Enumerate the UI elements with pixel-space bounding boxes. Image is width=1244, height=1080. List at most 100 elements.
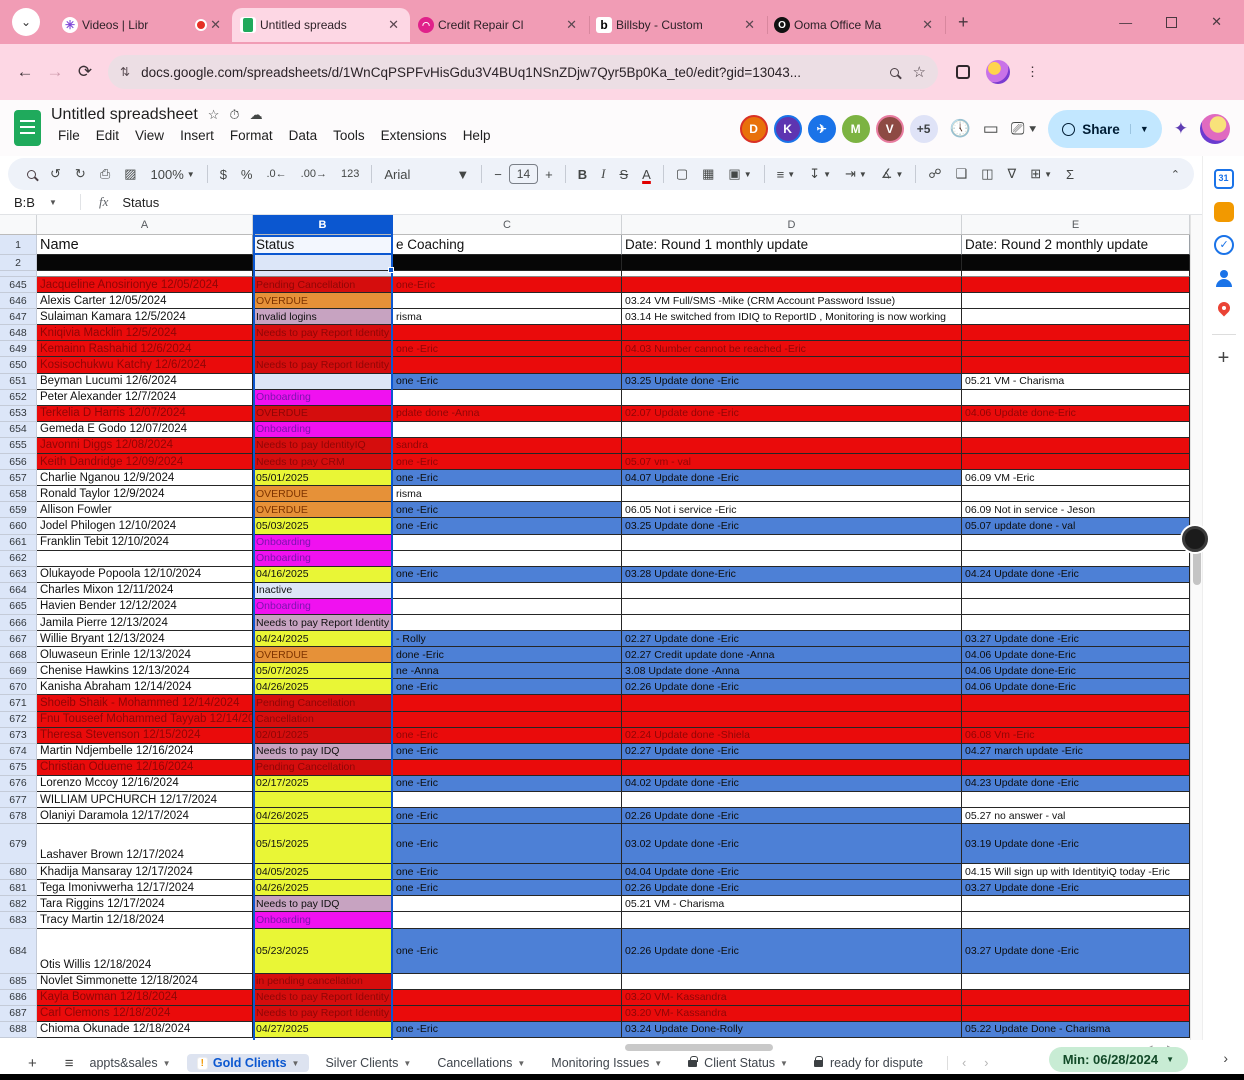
cell-e1[interactable]: Date: Round 2 monthly update	[962, 235, 1190, 255]
maps-icon[interactable]	[1214, 301, 1234, 321]
number-format-button[interactable]: 123	[334, 168, 366, 180]
row-number[interactable]: 663	[0, 566, 37, 583]
fill-color-icon[interactable]: ▢	[669, 166, 695, 182]
share-button[interactable]: Share ▼	[1048, 110, 1162, 148]
extensions-icon[interactable]	[956, 65, 970, 79]
cell-coaching-688[interactable]: one -Eric	[393, 1021, 622, 1038]
cell-round2-662[interactable]	[962, 550, 1190, 567]
row-number[interactable]: 647	[0, 309, 37, 326]
cell-round2-661[interactable]	[962, 534, 1190, 551]
share-dropdown-icon[interactable]: ▼	[1129, 124, 1158, 134]
stats-dropdown-icon[interactable]: ▼	[1166, 1055, 1174, 1064]
menu-view[interactable]: View	[128, 127, 171, 144]
cell-round1-649[interactable]: 04.03 Number cannot be reached -Eric	[622, 341, 962, 358]
sheet-tab-dropdown-icon[interactable]: ▼	[517, 1059, 525, 1068]
cell-round1-684[interactable]: 02.26 Update done -Eric	[622, 928, 962, 974]
row-number[interactable]: 681	[0, 880, 37, 897]
cell-round2-660[interactable]: 05.07 update done - val	[962, 518, 1190, 535]
insert-comment-icon[interactable]: ❑	[949, 166, 975, 182]
cell-name-677[interactable]: WILLIAM UPCHURCH 12/17/2024	[37, 792, 253, 809]
site-settings-icon[interactable]: ⇅	[120, 65, 131, 79]
print-icon[interactable]: ⎙	[93, 166, 117, 182]
row-number[interactable]: 662	[0, 550, 37, 567]
collaborator-avatar[interactable]: +5	[909, 115, 938, 143]
text-rotate-icon[interactable]: ∡ ▼	[874, 166, 911, 182]
cell-round1-652[interactable]	[622, 389, 962, 406]
cell-round2-649[interactable]	[962, 341, 1190, 358]
row-number[interactable]: 679	[0, 824, 37, 865]
cell-round1-676[interactable]: 04.02 Update done -Eric	[622, 775, 962, 792]
cell-round2-685[interactable]	[962, 973, 1190, 990]
row-number[interactable]: 685	[0, 973, 37, 990]
text-wrap-icon[interactable]: ⇥ ▼	[838, 166, 874, 182]
cell-name-660[interactable]: Jodel Philogen 12/10/2024	[37, 518, 253, 535]
menu-help[interactable]: Help	[456, 127, 498, 144]
browser-profile-avatar[interactable]	[986, 60, 1010, 84]
increase-decimals-icon[interactable]: .00→	[294, 168, 334, 180]
cell-round2-669[interactable]: 04.06 Update done-Eric	[962, 663, 1190, 680]
get-addons-icon[interactable]: +	[1214, 348, 1234, 368]
cell-round2-681[interactable]: 03.27 Update done -Eric	[962, 880, 1190, 897]
cell-name-674[interactable]: Martin Ndjembelle 12/16/2024	[37, 743, 253, 760]
cell-coaching-664[interactable]	[393, 582, 622, 599]
cell-round2-684[interactable]: 03.27 Update done -Eric	[962, 928, 1190, 974]
reload-icon[interactable]: ⟳	[70, 62, 100, 82]
cell-round2-652[interactable]	[962, 389, 1190, 406]
menu-format[interactable]: Format	[223, 127, 280, 144]
cell-round2-668[interactable]: 04.06 Update done-Eric	[962, 647, 1190, 664]
row-number[interactable]: 675	[0, 759, 37, 776]
cell-name-648[interactable]: Kniqivia Macklin 12/5/2024	[37, 325, 253, 342]
sheet-tab-appts-sales[interactable]: appts&sales ▼	[80, 1054, 181, 1072]
cell-status-651[interactable]	[253, 373, 393, 390]
cell-round2-677[interactable]	[962, 792, 1190, 809]
cell-name-666[interactable]: Jamila Pierre 12/13/2024	[37, 614, 253, 632]
row-number[interactable]: 651	[0, 373, 37, 390]
cell-round1-673[interactable]: 02.24 Update done -Shiela	[622, 727, 962, 744]
cell-coaching-660[interactable]: one -Eric	[393, 518, 622, 535]
cell-coaching-673[interactable]: one -Eric	[393, 727, 622, 744]
cell-round2-675[interactable]	[962, 759, 1190, 776]
cell-coaching-646[interactable]	[393, 293, 622, 310]
cell-name-673[interactable]: Theresa Stevenson 12/15/2024	[37, 727, 253, 744]
filter-icon[interactable]: ∇	[1001, 166, 1024, 182]
cell-status-671[interactable]: Pending Cancellation	[253, 695, 393, 712]
cell-coaching-677[interactable]	[393, 792, 622, 809]
cell-round1-647[interactable]: 03.14 He switched from IDIQ to ReportID …	[622, 309, 962, 326]
cell-status-672[interactable]: Cancellation	[253, 711, 393, 728]
cell-coaching-678[interactable]: one -Eric	[393, 808, 622, 825]
bold-icon[interactable]: B	[571, 167, 594, 182]
cell-status-665[interactable]: Onboarding	[253, 598, 393, 615]
browser-tab-3[interactable]: ◠ Credit Repair Cl ✕	[410, 8, 590, 42]
cell-status-674[interactable]: Needs to pay IDQ	[253, 743, 393, 760]
cell-coaching-682[interactable]	[393, 896, 622, 913]
cell-a2[interactable]	[37, 255, 253, 271]
cell-round2-646[interactable]	[962, 293, 1190, 310]
cell-status-685[interactable]: in pending cancellation	[253, 973, 393, 990]
row-number[interactable]: 677	[0, 792, 37, 809]
cell-round2-667[interactable]: 03.27 Update done -Eric	[962, 631, 1190, 648]
cell-round1-655[interactable]	[622, 437, 962, 455]
cell-round1-653[interactable]: 02.07 Update done -Eric	[622, 405, 962, 422]
row-number[interactable]: 676	[0, 775, 37, 792]
cell-status-660[interactable]: 05/03/2025	[253, 518, 393, 535]
browser-tab-2[interactable]: Untitled spreads ✕	[232, 8, 410, 42]
cell-round2-656[interactable]	[962, 454, 1190, 471]
collaborator-avatar[interactable]: M	[841, 115, 870, 143]
row-number[interactable]: 659	[0, 502, 37, 519]
cell-status-679[interactable]: 05/15/2025	[253, 824, 393, 865]
cell-coaching-686[interactable]	[393, 989, 622, 1006]
cell-status-677[interactable]	[253, 792, 393, 809]
cell-coaching-650[interactable]	[393, 357, 622, 374]
cell-round2-654[interactable]	[962, 421, 1190, 438]
cell-name-675[interactable]: Christian Odueme 12/16/2024	[37, 759, 253, 776]
row-number[interactable]: 660	[0, 518, 37, 535]
tasks-icon[interactable]	[1213, 235, 1234, 255]
cell-round1-651[interactable]: 03.25 Update done -Eric	[622, 373, 962, 390]
tab-close-icon[interactable]: ✕	[385, 17, 402, 33]
row-number[interactable]: 673	[0, 727, 37, 744]
all-sheets-icon[interactable]: ≡	[65, 1055, 74, 1072]
cell-round1-661[interactable]	[622, 534, 962, 551]
row-number[interactable]: 649	[0, 341, 37, 358]
cell-b2[interactable]	[253, 255, 393, 271]
column-header-d[interactable]: D	[622, 215, 962, 234]
